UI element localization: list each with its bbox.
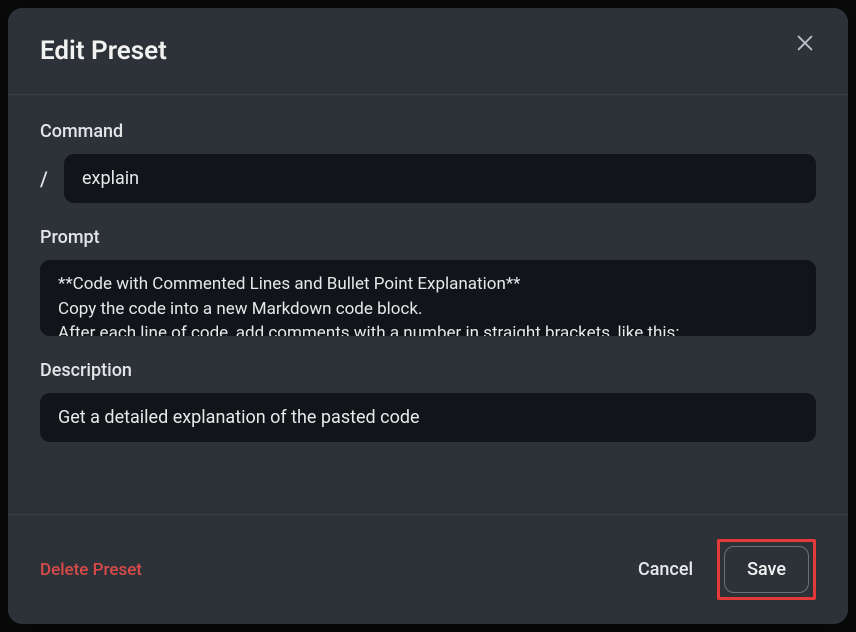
command-row: / xyxy=(40,154,816,203)
delete-preset-button[interactable]: Delete Preset xyxy=(40,560,142,580)
command-label: Command xyxy=(40,121,816,142)
footer-right: Cancel Save xyxy=(632,539,816,600)
description-label: Description xyxy=(40,360,816,381)
prompt-input[interactable] xyxy=(40,260,816,336)
cancel-button[interactable]: Cancel xyxy=(632,549,699,590)
prompt-label: Prompt xyxy=(40,227,816,248)
command-prefix: / xyxy=(40,167,54,191)
close-icon xyxy=(794,32,816,54)
modal-title: Edit Preset xyxy=(40,36,167,66)
modal-header: Edit Preset xyxy=(8,8,848,95)
close-button[interactable] xyxy=(794,32,816,58)
save-button[interactable]: Save xyxy=(724,546,809,593)
prompt-wrapper xyxy=(40,260,816,336)
edit-preset-modal: Edit Preset Command / Prompt Description… xyxy=(8,8,848,624)
modal-body: Command / Prompt Description xyxy=(8,95,848,514)
modal-footer: Delete Preset Cancel Save xyxy=(8,514,848,624)
command-input[interactable] xyxy=(64,154,816,203)
save-highlight-box: Save xyxy=(717,539,816,600)
description-input[interactable] xyxy=(40,393,816,442)
